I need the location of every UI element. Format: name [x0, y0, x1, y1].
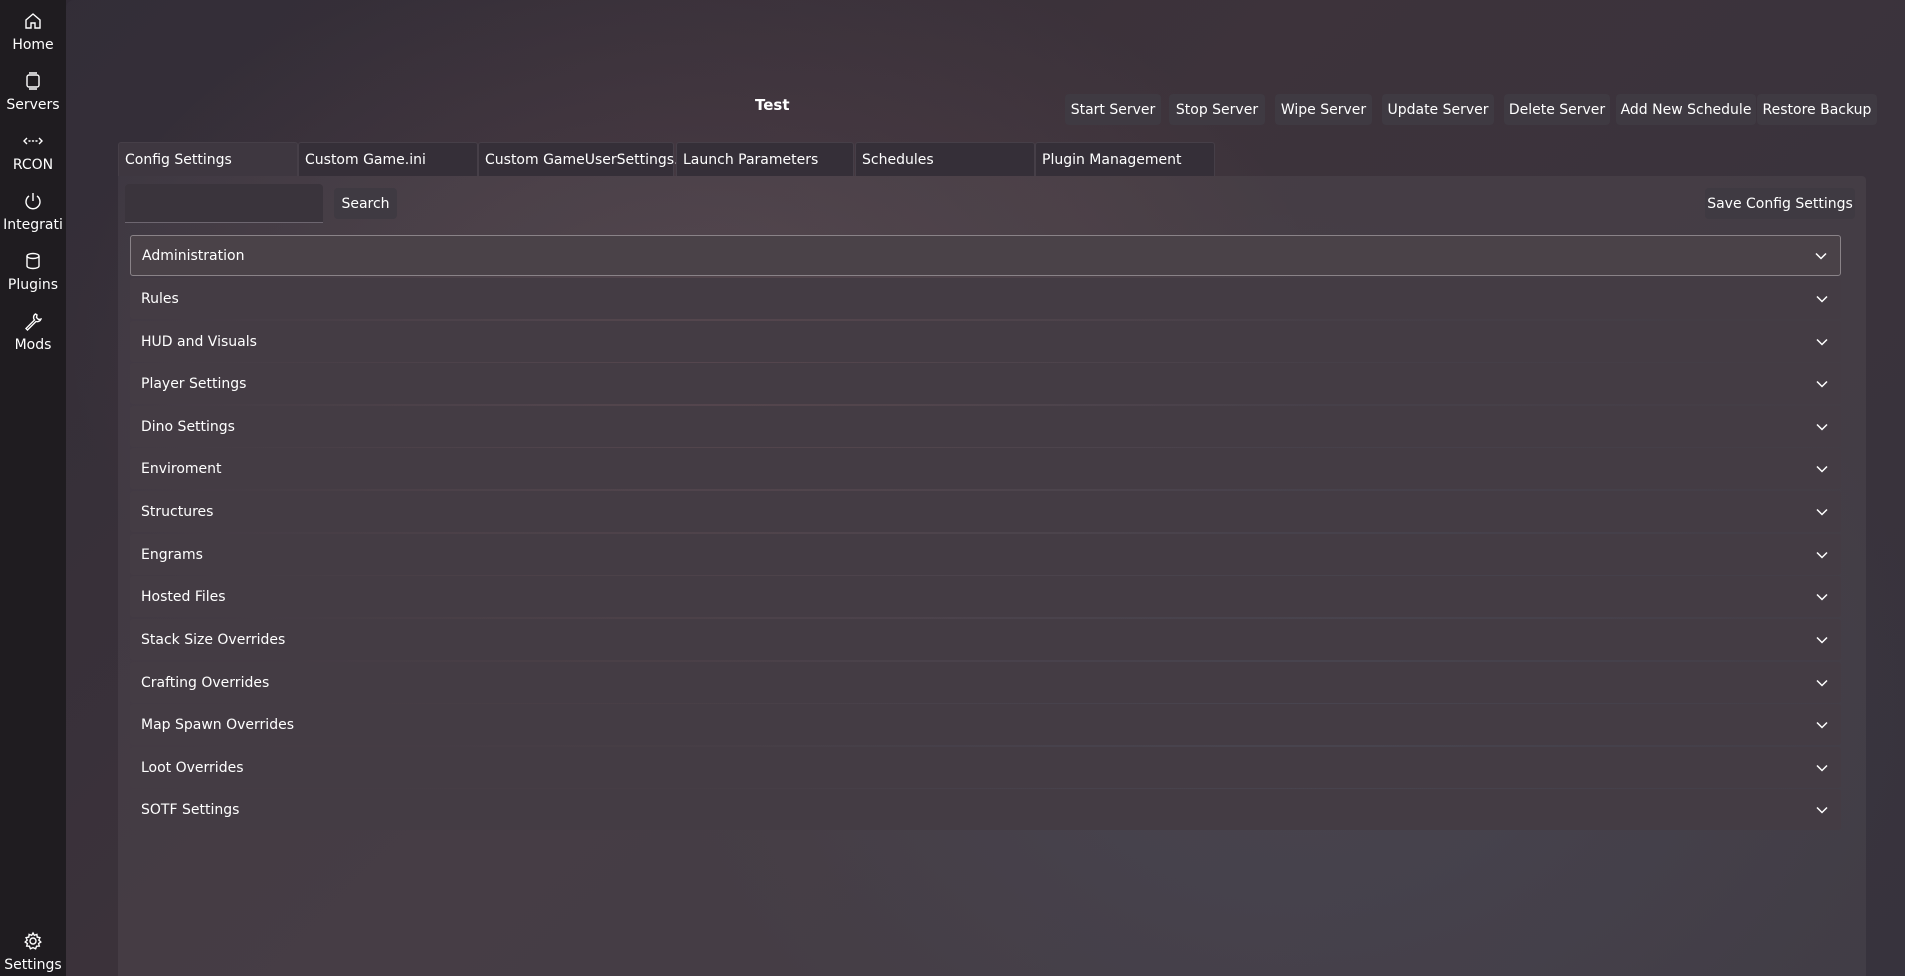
sidebar-item-label: Plugins — [7, 277, 59, 293]
chevron-down-icon — [1815, 505, 1829, 519]
chevron-down-icon — [1815, 462, 1829, 476]
tab-launch-parameters[interactable]: Launch Parameters — [676, 142, 854, 176]
save-config-settings-button[interactable]: Save Config Settings — [1705, 188, 1855, 219]
section-label: Map Spawn Overrides — [141, 716, 294, 733]
wipe-server-button[interactable]: Wipe Server — [1275, 94, 1372, 125]
sidebar-item-servers[interactable]: Servers — [0, 60, 66, 118]
sidebar: Home Servers RCON Integrati Plugins Mods… — [0, 0, 66, 976]
section-label: SOTF Settings — [141, 801, 240, 818]
sidebar-item-home[interactable]: Home — [0, 0, 66, 58]
tab-config-settings[interactable]: Config Settings — [118, 142, 298, 176]
section-hosted-files[interactable]: Hosted Files — [130, 576, 1841, 617]
chevron-down-icon — [1815, 803, 1829, 817]
chevron-down-icon — [1815, 377, 1829, 391]
chevron-down-icon — [1814, 249, 1828, 263]
app-window: Home Servers RCON Integrati Plugins Mods… — [0, 0, 1905, 976]
section-administration[interactable]: Administration — [130, 235, 1841, 276]
section-hud-and-visuals[interactable]: HUD and Visuals — [130, 321, 1841, 362]
section-crafting-overrides[interactable]: Crafting Overrides — [130, 662, 1841, 703]
section-label: Crafting Overrides — [141, 674, 270, 691]
restore-backup-button[interactable]: Restore Backup — [1757, 94, 1877, 125]
section-label: Administration — [142, 247, 245, 264]
sidebar-item-label: Home — [12, 37, 54, 53]
section-label: Hosted Files — [141, 588, 226, 605]
sidebar-item-label: Mods — [14, 337, 52, 353]
wrench-icon — [22, 310, 44, 332]
sidebar-item-label: RCON — [12, 157, 54, 173]
chevron-down-icon — [1815, 718, 1829, 732]
delete-server-button[interactable]: Delete Server — [1504, 94, 1610, 125]
chevron-down-icon — [1815, 420, 1829, 434]
sidebar-item-settings[interactable]: Settings — [0, 920, 66, 976]
tab-custom-gameusersettings-ini[interactable]: Custom GameUserSettings.ini — [478, 142, 695, 176]
sidebar-item-rcon[interactable]: RCON — [0, 120, 66, 178]
home-icon — [22, 10, 44, 32]
power-icon — [22, 190, 44, 212]
chevron-down-icon — [1815, 676, 1829, 690]
sidebar-item-mods[interactable]: Mods — [0, 300, 66, 358]
database-icon — [22, 250, 44, 272]
gear-icon — [22, 930, 44, 952]
section-rules[interactable]: Rules — [130, 278, 1841, 319]
section-map-spawn-overrides[interactable]: Map Spawn Overrides — [130, 704, 1841, 745]
tab-schedules[interactable]: Schedules — [855, 142, 1035, 176]
sidebar-item-label: Integrati — [3, 217, 63, 233]
chevron-down-icon — [1815, 548, 1829, 562]
section-enviroment[interactable]: Enviroment — [130, 448, 1841, 489]
section-stack-size-overrides[interactable]: Stack Size Overrides — [130, 619, 1841, 660]
sidebar-item-label: Settings — [4, 957, 62, 973]
section-label: Player Settings — [141, 375, 247, 392]
section-label: HUD and Visuals — [141, 333, 257, 350]
chevron-down-icon — [1815, 292, 1829, 306]
chevron-down-icon — [1815, 590, 1829, 604]
page-title: Test — [755, 96, 790, 114]
search-button[interactable]: Search — [334, 188, 397, 219]
tab-plugin-management[interactable]: Plugin Management — [1035, 142, 1215, 176]
section-label: Dino Settings — [141, 418, 235, 435]
section-structures[interactable]: Structures — [130, 491, 1841, 532]
update-server-button[interactable]: Update Server — [1382, 94, 1494, 125]
section-player-settings[interactable]: Player Settings — [130, 363, 1841, 404]
section-loot-overrides[interactable]: Loot Overrides — [130, 747, 1841, 788]
chevron-down-icon — [1815, 633, 1829, 647]
section-label: Enviroment — [141, 460, 222, 477]
add-new-schedule-button[interactable]: Add New Schedule — [1616, 94, 1756, 125]
tab-custom-game-ini[interactable]: Custom Game.ini — [298, 142, 478, 176]
section-label: Rules — [141, 290, 179, 307]
section-engrams[interactable]: Engrams — [130, 534, 1841, 575]
section-label: Loot Overrides — [141, 759, 244, 776]
chevron-down-icon — [1815, 761, 1829, 775]
sidebar-item-plugins[interactable]: Plugins — [0, 240, 66, 298]
section-sotf-settings[interactable]: SOTF Settings — [130, 789, 1841, 830]
section-dino-settings[interactable]: Dino Settings — [130, 406, 1841, 447]
rcon-icon — [22, 130, 44, 152]
search-input[interactable] — [125, 184, 323, 223]
sidebar-item-integrations[interactable]: Integrati — [0, 180, 66, 238]
section-label: Stack Size Overrides — [141, 631, 286, 648]
sidebar-item-label: Servers — [6, 97, 60, 113]
start-server-button[interactable]: Start Server — [1065, 94, 1161, 125]
section-label: Structures — [141, 503, 214, 520]
servers-icon — [22, 70, 44, 92]
stop-server-button[interactable]: Stop Server — [1169, 94, 1265, 125]
section-label: Engrams — [141, 546, 203, 563]
chevron-down-icon — [1815, 335, 1829, 349]
